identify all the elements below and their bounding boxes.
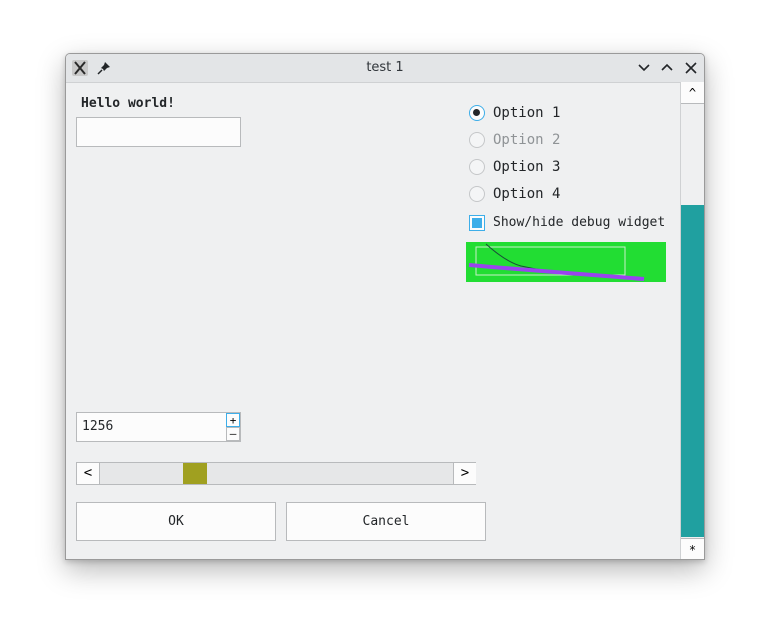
- scroll-left-button[interactable]: <: [77, 463, 100, 484]
- maximize-button[interactable]: [659, 60, 675, 76]
- close-button[interactable]: [683, 60, 699, 76]
- radio-button[interactable]: [469, 159, 485, 175]
- greeting-label: Hello world!: [81, 96, 175, 111]
- vertical-scrollbar[interactable]: ^ *: [680, 82, 704, 559]
- scroll-up-button[interactable]: ^: [681, 82, 704, 104]
- window-title: test 1: [366, 60, 404, 75]
- scroll-right-button[interactable]: >: [453, 463, 476, 484]
- cancel-button[interactable]: Cancel: [286, 502, 486, 541]
- title-bar[interactable]: test 1: [66, 54, 704, 83]
- spin-up-button[interactable]: +: [226, 413, 240, 427]
- dialog-window: test 1 Hello world! 1256 + – < > OK Canc…: [65, 53, 705, 560]
- scroll-bottom-button[interactable]: *: [681, 538, 704, 559]
- checkbox-mark: [472, 218, 482, 228]
- spin-down-button[interactable]: –: [226, 427, 240, 441]
- radio-button[interactable]: [469, 186, 485, 202]
- debug-widget: [466, 242, 666, 282]
- radio-button[interactable]: [469, 105, 485, 121]
- spinbox-value: 1256: [82, 419, 114, 434]
- minimize-button[interactable]: [636, 60, 652, 76]
- checkbox-box[interactable]: [469, 215, 485, 231]
- ok-button[interactable]: OK: [76, 502, 276, 541]
- scrollbar-thumb[interactable]: [183, 463, 207, 484]
- horizontal-scrollbar[interactable]: < >: [76, 462, 476, 485]
- number-spinbox[interactable]: 1256 + –: [76, 412, 241, 442]
- text-input[interactable]: [76, 117, 241, 147]
- vertical-scrollbar-thumb[interactable]: [681, 205, 704, 537]
- radio-button: [469, 132, 485, 148]
